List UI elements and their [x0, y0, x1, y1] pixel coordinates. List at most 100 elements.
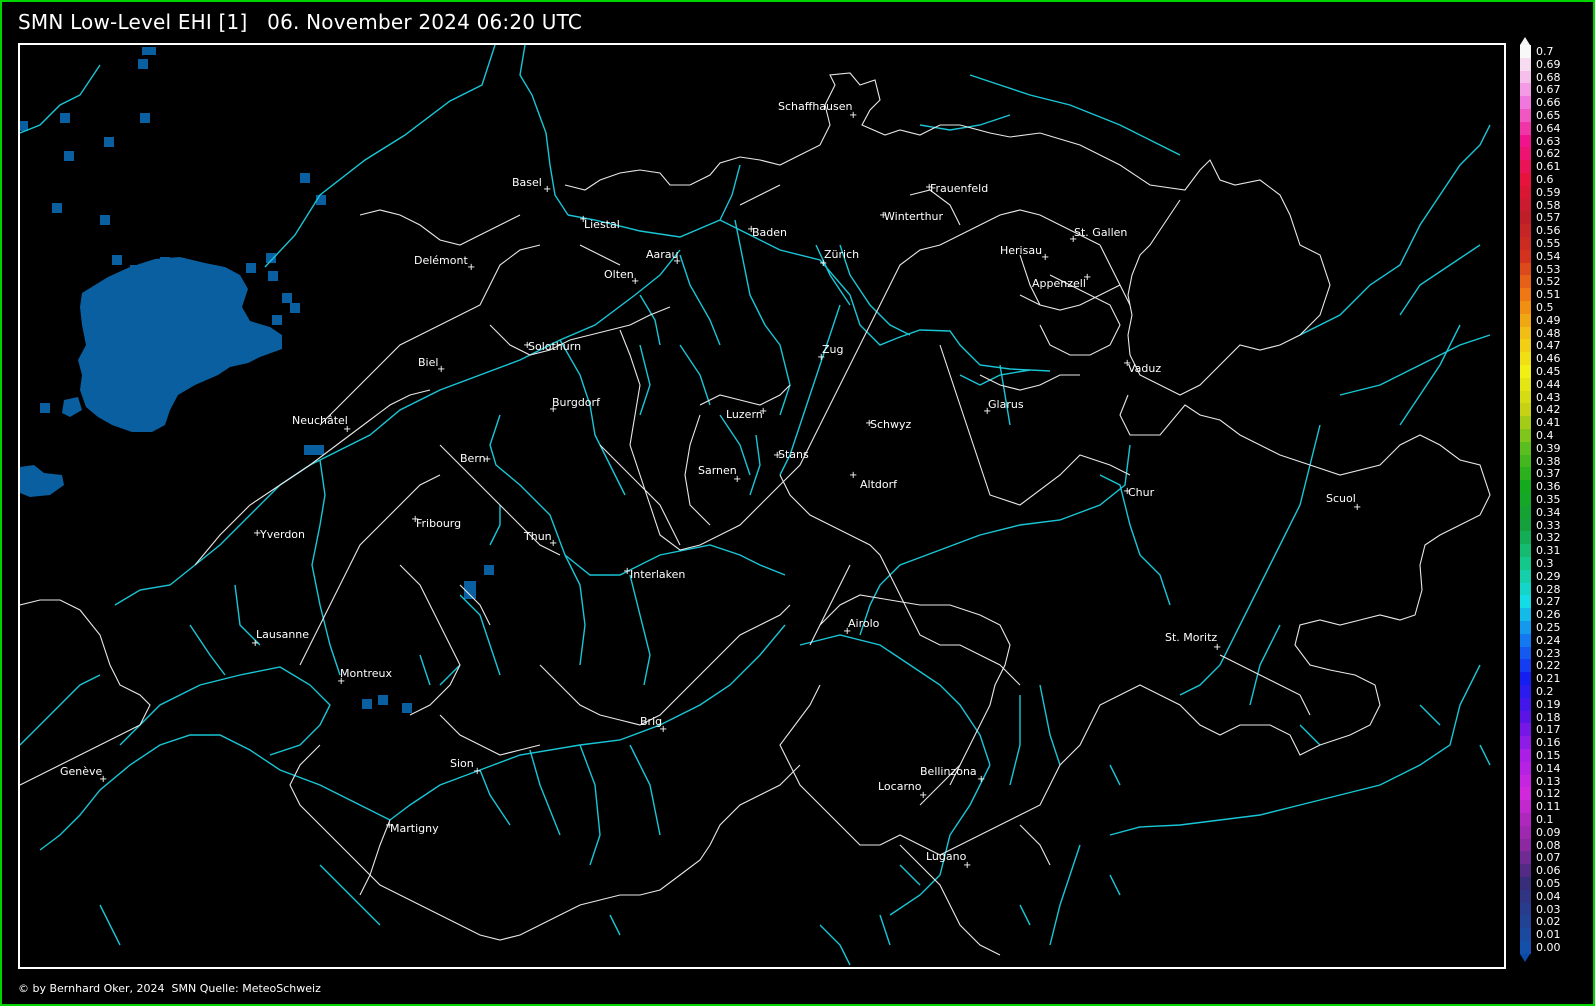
city-label: Frauenfeld — [930, 182, 989, 195]
legend-value: 0.34 — [1536, 505, 1561, 519]
legend-row: 0.61 — [1520, 160, 1590, 174]
legend-row: 0.57 — [1520, 211, 1590, 225]
city-marker: + — [623, 566, 632, 577]
legend-row: 0.18 — [1520, 710, 1590, 724]
city-marker: + — [919, 790, 928, 801]
legend-swatch — [1520, 889, 1531, 903]
legend-swatch — [1520, 557, 1531, 570]
legend-value: 0.23 — [1536, 646, 1561, 660]
legend-value: 0.7 — [1536, 45, 1554, 58]
legend-row: 0.35 — [1520, 493, 1590, 506]
legend-swatch — [1520, 70, 1531, 84]
city-label: Locarno — [878, 780, 922, 793]
city-label: St. Gallen — [1074, 226, 1128, 239]
city-label: Lausanne — [256, 628, 310, 641]
legend-swatch — [1520, 736, 1531, 750]
city-marker: + — [865, 418, 874, 429]
city-label: Baden — [752, 226, 788, 239]
legend-swatch — [1520, 710, 1531, 724]
legend-swatch — [1520, 262, 1531, 276]
city-marker: + — [963, 860, 972, 871]
city-label: Vaduz — [1128, 362, 1162, 375]
legend-row: 0.69 — [1520, 57, 1590, 71]
legend-value: 0.57 — [1536, 211, 1561, 225]
legend-value: 0.33 — [1536, 518, 1561, 532]
legend-value: 0.6 — [1536, 173, 1554, 186]
city-label: Burgdorf — [552, 396, 600, 409]
legend-row: 0.42 — [1520, 403, 1590, 417]
legend-row: 0.1 — [1520, 813, 1590, 826]
map-canvas — [20, 45, 1491, 966]
city-marker: + — [253, 528, 262, 539]
legend-value: 0.22 — [1536, 659, 1561, 673]
legend-swatch — [1520, 109, 1531, 122]
legend-swatch — [1520, 198, 1531, 212]
legend-swatch — [1520, 493, 1531, 506]
city-marker: + — [467, 262, 476, 273]
city-label: Sarnen — [698, 464, 737, 477]
city-marker: + — [849, 110, 858, 121]
legend-swatch — [1520, 608, 1531, 622]
legend-value: 0.12 — [1536, 787, 1561, 801]
legend-row: 0.28 — [1520, 582, 1590, 596]
legend-row: 0.06 — [1520, 864, 1590, 878]
legend-value: 0.52 — [1536, 275, 1561, 289]
city-label: Appenzell — [1032, 277, 1086, 290]
legend-swatch — [1520, 339, 1531, 353]
legend-swatch — [1520, 467, 1531, 481]
legend-value: 0.51 — [1536, 288, 1561, 302]
city-label: Biel — [418, 356, 439, 369]
city-marker: + — [673, 256, 682, 267]
legend-swatch — [1520, 83, 1531, 97]
credit-footer: © by Bernhard Oker, 2024 SMN Quelle: Met… — [18, 982, 321, 995]
legend-swatch — [1520, 147, 1531, 161]
city-marker: + — [579, 214, 588, 225]
legend-swatch — [1520, 45, 1531, 58]
legend-value: 0.2 — [1536, 685, 1554, 698]
city-marker: + — [549, 538, 558, 549]
legend-swatch — [1520, 211, 1531, 225]
legend-swatch — [1520, 787, 1531, 801]
legend-swatch — [1520, 224, 1531, 238]
legend-row: 0.65 — [1520, 109, 1590, 122]
city-marker: + — [977, 774, 986, 785]
legend-row: 0.45 — [1520, 365, 1590, 378]
legend-row: 0.36 — [1520, 480, 1590, 494]
legend-row: 0.64 — [1520, 121, 1590, 135]
legend-row: 0.68 — [1520, 70, 1590, 84]
legend-swatch — [1520, 531, 1531, 545]
legend-swatch — [1520, 377, 1531, 391]
legend-swatch — [1520, 275, 1531, 289]
legend-swatch — [1520, 915, 1531, 929]
legend-row: 0.03 — [1520, 902, 1590, 916]
city-label: Neuchâtel — [292, 414, 348, 427]
legend-row: 0.19 — [1520, 697, 1590, 711]
legend-swatch — [1520, 429, 1531, 442]
legend-swatch — [1520, 864, 1531, 878]
legend-swatch — [1520, 480, 1531, 494]
city-label: Luzern — [726, 408, 763, 421]
city-marker: + — [1041, 252, 1050, 263]
borders-layer — [20, 72, 1491, 956]
legend-swatch — [1520, 352, 1531, 366]
city-label: Sion — [450, 757, 474, 770]
legend-value: 0.46 — [1536, 352, 1561, 366]
city-label: Winterthur — [884, 210, 944, 223]
legend-row: 0.59 — [1520, 185, 1590, 199]
legend-value: 0.54 — [1536, 249, 1561, 263]
colorbar-top-arrow — [1520, 37, 1530, 45]
city-label: Scuol — [1326, 492, 1356, 505]
legend-row: 0.15 — [1520, 749, 1590, 762]
legend-swatch — [1520, 659, 1531, 673]
legend-swatch — [1520, 313, 1531, 327]
legend-swatch — [1520, 301, 1531, 314]
legend-row: 0.14 — [1520, 761, 1590, 775]
legend-row: 0.31 — [1520, 544, 1590, 558]
legend-value: 0.02 — [1536, 915, 1561, 929]
city-label: Genève — [60, 765, 103, 778]
legend-swatch — [1520, 723, 1531, 737]
city-marker: + — [659, 724, 668, 735]
legend-swatch — [1520, 800, 1531, 814]
legend-value: 0.32 — [1536, 531, 1561, 545]
city-marker: + — [1123, 486, 1132, 497]
